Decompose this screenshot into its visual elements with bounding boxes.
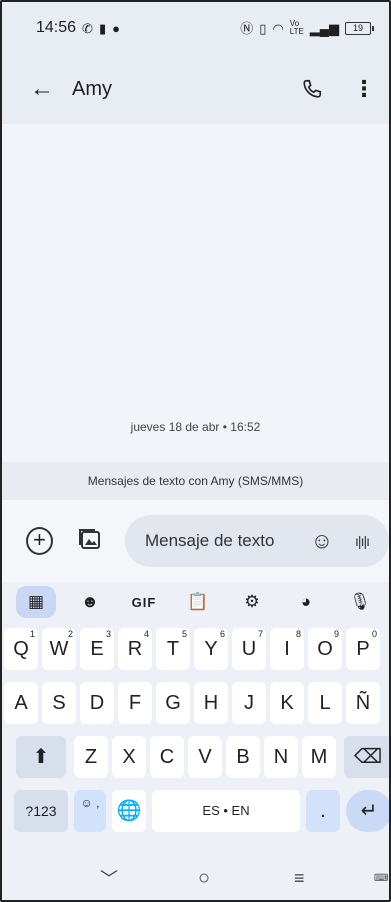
key-l[interactable]: L — [308, 682, 342, 724]
phone-screen: 14:56 ✆ ▮ ● Ⓝ ▯ ◠ Vo LTE ▂▄▆ 19 ← Amy ⋮ … — [0, 0, 391, 902]
phone-icon[interactable] — [301, 78, 323, 100]
message-list: jueves 18 de abr • 16:52 — [2, 124, 389, 462]
conversation-title: Amy — [72, 77, 112, 100]
globe-icon[interactable]: 🌐 — [112, 790, 146, 832]
key-hint: 9 — [333, 629, 339, 639]
key-o[interactable]: O9 — [308, 628, 342, 670]
nfc-icon: Ⓝ — [240, 20, 254, 36]
space-key[interactable]: ES • EN — [152, 790, 300, 832]
key-f[interactable]: F — [118, 682, 152, 724]
period-key[interactable]: . — [306, 790, 340, 832]
emoji-comma-key[interactable]: ☺ , — [74, 790, 106, 832]
key-j[interactable]: J — [232, 682, 266, 724]
backspace-key[interactable]: ⌫ — [344, 736, 389, 778]
key-h[interactable]: H — [194, 682, 228, 724]
recents-icon[interactable]: ≡ — [294, 868, 305, 889]
key-e[interactable]: E3 — [80, 628, 114, 670]
wifi-icon: ◠ — [272, 20, 284, 36]
battery-level: 19 — [352, 22, 363, 33]
key-t[interactable]: T5 — [156, 628, 190, 670]
key-d[interactable]: D — [80, 682, 114, 724]
key-row-1: Q1W2E3R4T5Y6U7I8O9P0 — [2, 628, 389, 674]
emoji-icon[interactable]: ☺ — [311, 528, 333, 554]
key-z[interactable]: Z — [74, 736, 108, 778]
key-r[interactable]: R4 — [118, 628, 152, 670]
arrow-back-icon[interactable]: ← — [30, 75, 60, 103]
key-q[interactable]: Q1 — [4, 628, 38, 670]
more-vert-icon[interactable]: ⋮ — [353, 78, 375, 100]
key-row-3: ⬆ ⌫ ZXCVBNM — [2, 736, 389, 782]
key-s[interactable]: S — [42, 682, 76, 724]
key-y[interactable]: Y6 — [194, 628, 228, 670]
status-bar: 14:56 ✆ ▮ ● Ⓝ ▯ ◠ Vo LTE ▂▄▆ 19 — [2, 2, 389, 54]
sms-info-banner: Mensajes de texto con Amy (SMS/MMS) — [2, 462, 389, 500]
navigation-bar: ﹀ ○ ≡ ⌨ — [2, 852, 389, 900]
signal-icon: ▂▄▆ — [309, 20, 339, 36]
message-composer: + Mensaje de texto ☺ ı|ı|ı — [2, 500, 389, 582]
shift-key[interactable]: ⬆ — [16, 736, 66, 778]
apps-grid-icon[interactable]: ▦ — [16, 586, 56, 618]
key-g[interactable]: G — [156, 682, 190, 724]
clipboard-icon[interactable]: 📋 — [178, 586, 218, 618]
home-icon[interactable]: ○ — [198, 867, 210, 890]
lte-label: Vo LTE — [289, 19, 304, 36]
keyboard-switch-icon[interactable]: ⌨ — [374, 873, 388, 884]
message-timestamp: jueves 18 de abr • 16:52 — [130, 420, 261, 434]
key-v[interactable]: V — [188, 736, 222, 778]
symbols-key[interactable]: ?123 — [14, 790, 68, 832]
key-c[interactable]: C — [150, 736, 184, 778]
vibrate-icon: ▯ — [259, 20, 267, 36]
key-row-4: ?123 ☺ , 🌐 ES • EN . ↵ — [2, 790, 389, 836]
enter-key[interactable]: ↵ — [346, 790, 389, 832]
app-bar: ← Amy ⋮ — [2, 54, 389, 124]
key-m[interactable]: M — [302, 736, 336, 778]
key-w[interactable]: W2 — [42, 628, 76, 670]
key-x[interactable]: X — [112, 736, 146, 778]
key-ñ[interactable]: Ñ — [346, 682, 380, 724]
add-attachment-icon[interactable]: + — [26, 527, 53, 555]
key-b[interactable]: B — [226, 736, 260, 778]
battery-icon: 19 — [345, 21, 374, 35]
keyboard-toolbar: ▦ ☻ GIF 📋 ⚙ ◕ 🎙 — [2, 582, 389, 622]
account-icon: ● — [112, 20, 120, 36]
keyboard: ▦ ☻ GIF 📋 ⚙ ◕ 🎙 Q1W2E3R4T5Y6U7I8O9P0 ASD… — [2, 582, 389, 852]
message-placeholder: Mensaje de texto — [144, 531, 275, 550]
key-row-2: ASDFGHJKLÑ — [2, 682, 389, 728]
key-hint: 7 — [257, 629, 263, 639]
key-hint: 6 — [219, 629, 225, 639]
key-i[interactable]: I8 — [270, 628, 304, 670]
gallery-icon[interactable] — [77, 526, 103, 557]
microphone-icon[interactable]: 🎙 — [340, 586, 380, 618]
key-n[interactable]: N — [264, 736, 298, 778]
key-a[interactable]: A — [4, 682, 38, 724]
status-time: 14:56 — [36, 19, 77, 36]
sim-icon: ▮ — [98, 20, 107, 36]
key-hint: 3 — [105, 629, 111, 639]
sticker-icon[interactable]: ☻ — [70, 586, 110, 618]
key-hint: 4 — [143, 629, 149, 639]
palette-icon[interactable]: ◕ — [286, 586, 326, 618]
key-hint: 8 — [295, 629, 301, 639]
message-input[interactable]: Mensaje de texto ☺ ı|ı|ı — [124, 515, 389, 567]
hide-keyboard-icon[interactable]: ﹀ — [100, 865, 118, 891]
key-hint: 1 — [29, 629, 35, 639]
key-p[interactable]: P0 — [346, 628, 380, 670]
key-hint: 5 — [181, 629, 187, 639]
voice-message-icon[interactable]: ı|ı|ı — [355, 533, 370, 549]
settings-gear-icon[interactable]: ⚙ — [232, 586, 272, 618]
key-hint: 2 — [67, 629, 73, 639]
gif-button[interactable]: GIF — [124, 586, 164, 618]
key-hint: 0 — [371, 629, 377, 639]
missed-call-icon: ✆ — [82, 20, 93, 36]
key-k[interactable]: K — [270, 682, 304, 724]
key-u[interactable]: U7 — [232, 628, 266, 670]
